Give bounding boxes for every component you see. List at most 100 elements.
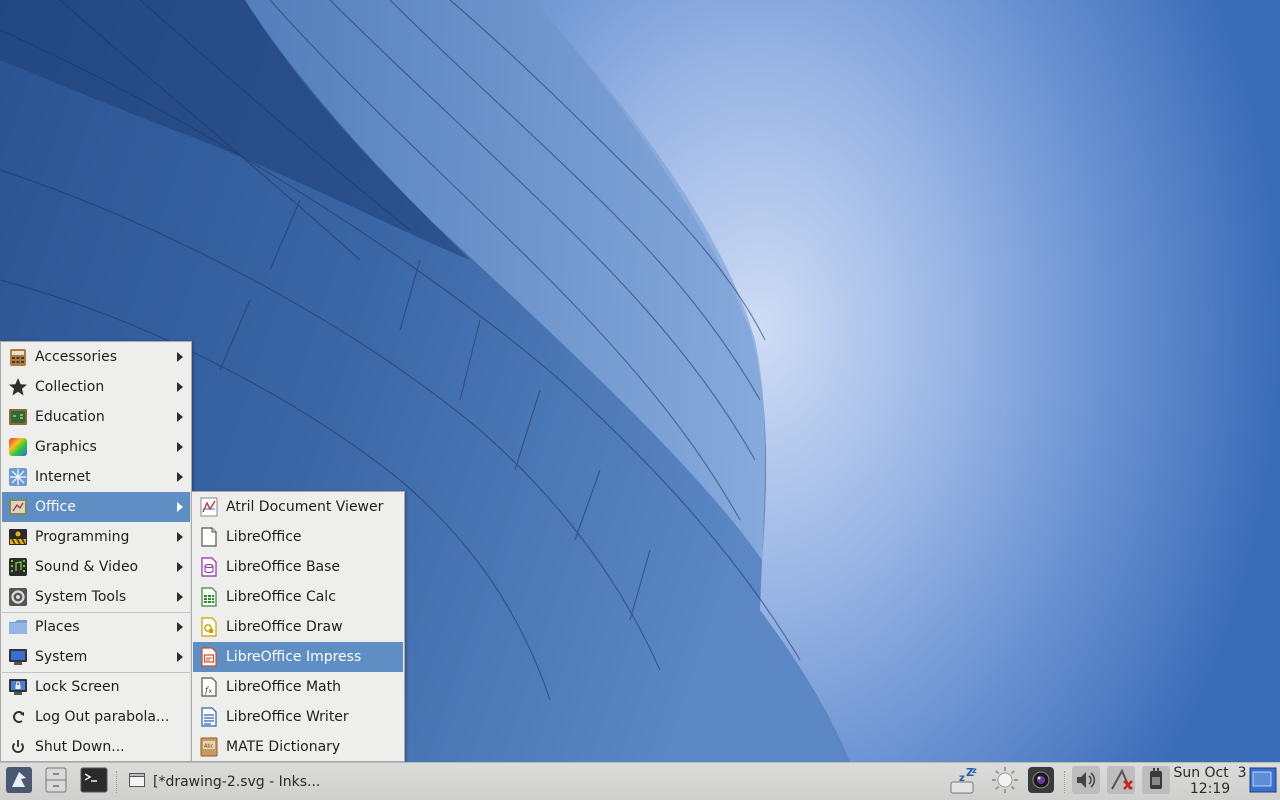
network-disconnected-icon xyxy=(1106,765,1136,799)
submenu-arrow-icon xyxy=(177,382,183,392)
menu-item-libreoffice-math[interactable]: fx LibreOffice Math xyxy=(193,672,403,702)
panel-separator xyxy=(116,771,118,793)
menu-item-collection[interactable]: Collection xyxy=(2,372,190,402)
menu-item-label: LibreOffice xyxy=(226,529,302,545)
office-submenu: Atril Document Viewer LibreOffice LibreO… xyxy=(191,491,405,762)
menu-item-label: Collection xyxy=(35,379,105,395)
computer-icon xyxy=(7,646,29,668)
system-tools-icon xyxy=(7,586,29,608)
lock-screen-item[interactable]: Lock Screen xyxy=(2,672,190,702)
submenu-arrow-icon xyxy=(177,502,183,512)
speaker-icon xyxy=(1071,765,1101,799)
network-indicator[interactable] xyxy=(1105,765,1137,799)
svg-text:z: z xyxy=(959,773,965,784)
shut-down-item[interactable]: Shut Down... xyxy=(2,732,190,762)
menu-item-label: LibreOffice Impress xyxy=(226,649,362,665)
menu-launcher-button[interactable] xyxy=(3,767,35,797)
menu-item-system-tools[interactable]: System Tools xyxy=(2,582,190,612)
libreoffice-draw-icon xyxy=(198,616,220,638)
taskbar-window-button[interactable]: [*drawing-2.svg - Inks... xyxy=(124,768,374,796)
sun-icon xyxy=(990,765,1020,799)
workspace-switcher[interactable] xyxy=(1248,767,1278,797)
terminal-icon xyxy=(80,766,108,798)
menu-item-places[interactable]: Places xyxy=(2,612,190,642)
panel-separator xyxy=(1064,771,1066,793)
menu-item-libreoffice[interactable]: LibreOffice xyxy=(193,522,403,552)
submenu-arrow-icon xyxy=(177,352,183,362)
file-manager-launcher[interactable] xyxy=(41,767,71,797)
menu-item-label: LibreOffice Calc xyxy=(226,589,336,605)
bottom-panel: [*drawing-2.svg - Inks... zZz Sun Oct 3 … xyxy=(0,762,1280,800)
submenu-arrow-icon xyxy=(177,562,183,572)
libreoffice-base-icon xyxy=(198,556,220,578)
libreoffice-impress-icon xyxy=(198,646,220,668)
submenu-arrow-icon xyxy=(177,532,183,542)
window-icon xyxy=(129,773,145,791)
menu-item-programming[interactable]: Programming xyxy=(2,522,190,552)
menu-item-sound-video[interactable]: Sound & Video xyxy=(2,552,190,582)
menu-item-libreoffice-writer[interactable]: LibreOffice Writer xyxy=(193,702,403,732)
svg-text:z: z xyxy=(972,766,977,775)
accessories-icon xyxy=(7,346,29,368)
screenshot-indicator[interactable] xyxy=(1026,767,1056,797)
ac-power-plug-icon xyxy=(1141,765,1171,799)
menu-item-label: Accessories xyxy=(35,349,118,365)
power-indicator[interactable] xyxy=(1140,765,1172,799)
menu-item-libreoffice-draw[interactable]: LibreOffice Draw xyxy=(193,612,403,642)
submenu-arrow-icon xyxy=(177,412,183,422)
menu-item-libreoffice-calc[interactable]: LibreOffice Calc xyxy=(193,582,403,612)
menu-item-label: Internet xyxy=(35,469,91,485)
submenu-arrow-icon xyxy=(177,652,183,662)
volume-indicator[interactable] xyxy=(1070,765,1102,799)
menu-item-label: MATE Dictionary xyxy=(226,739,341,755)
menu-item-label: LibreOffice Writer xyxy=(226,709,349,725)
log-out-item[interactable]: Log Out parabola... xyxy=(2,702,190,732)
menu-item-mate-dictionary[interactable]: Abc MATE Dictionary xyxy=(193,732,403,762)
programming-icon xyxy=(7,526,29,548)
menu-item-label: Lock Screen xyxy=(35,679,120,695)
libreoffice-writer-icon xyxy=(198,706,220,728)
workspace-switcher-icon xyxy=(1249,766,1277,798)
clock-date: Sun Oct 3 xyxy=(1173,765,1247,781)
clock[interactable]: Sun Oct 3 12:19 xyxy=(1172,765,1248,799)
menu-item-label: LibreOffice Base xyxy=(226,559,341,575)
menu-item-accessories[interactable]: Accessories xyxy=(2,342,190,372)
education-icon xyxy=(7,406,29,428)
brightness-indicator[interactable] xyxy=(988,767,1022,797)
submenu-arrow-icon xyxy=(177,442,183,452)
libreoffice-icon xyxy=(198,526,220,548)
camera-lens-icon xyxy=(1027,766,1055,798)
menu-item-label: LibreOffice Draw xyxy=(226,619,343,635)
sleep-zzz-icon: zZz xyxy=(949,765,981,799)
lock-screen-icon xyxy=(7,676,29,698)
sleep-indicator[interactable]: zZz xyxy=(948,765,982,799)
menu-item-system[interactable]: System xyxy=(2,642,190,672)
menu-item-libreoffice-impress[interactable]: LibreOffice Impress xyxy=(193,642,403,672)
menu-item-label: Shut Down... xyxy=(35,739,125,755)
menu-item-label: Sound & Video xyxy=(35,559,139,575)
menu-item-graphics[interactable]: Graphics xyxy=(2,432,190,462)
menu-item-label: LibreOffice Math xyxy=(226,679,341,695)
libreoffice-calc-icon xyxy=(198,586,220,608)
applications-menu: Accessories Collection Education Graphic… xyxy=(0,341,192,762)
dictionary-icon: Abc xyxy=(198,736,220,758)
menu-item-education[interactable]: Education xyxy=(2,402,190,432)
menu-item-atril[interactable]: Atril Document Viewer xyxy=(193,492,403,522)
menu-item-office[interactable]: Office xyxy=(2,492,190,522)
terminal-launcher[interactable] xyxy=(78,767,110,797)
menu-item-label: System xyxy=(35,649,88,665)
internet-icon xyxy=(7,466,29,488)
graphics-icon xyxy=(7,436,29,458)
menu-item-libreoffice-base[interactable]: LibreOffice Base xyxy=(193,552,403,582)
svg-text:x: x xyxy=(209,688,213,695)
file-cabinet-icon xyxy=(43,766,69,798)
menu-item-label: Programming xyxy=(35,529,130,545)
menu-item-label: Office xyxy=(35,499,76,515)
office-icon xyxy=(7,496,29,518)
submenu-arrow-icon xyxy=(177,622,183,632)
menu-item-internet[interactable]: Internet xyxy=(2,462,190,492)
menu-item-label: Graphics xyxy=(35,439,97,455)
menu-item-label: Education xyxy=(35,409,105,425)
atril-icon xyxy=(198,496,220,518)
menu-item-label: System Tools xyxy=(35,589,127,605)
